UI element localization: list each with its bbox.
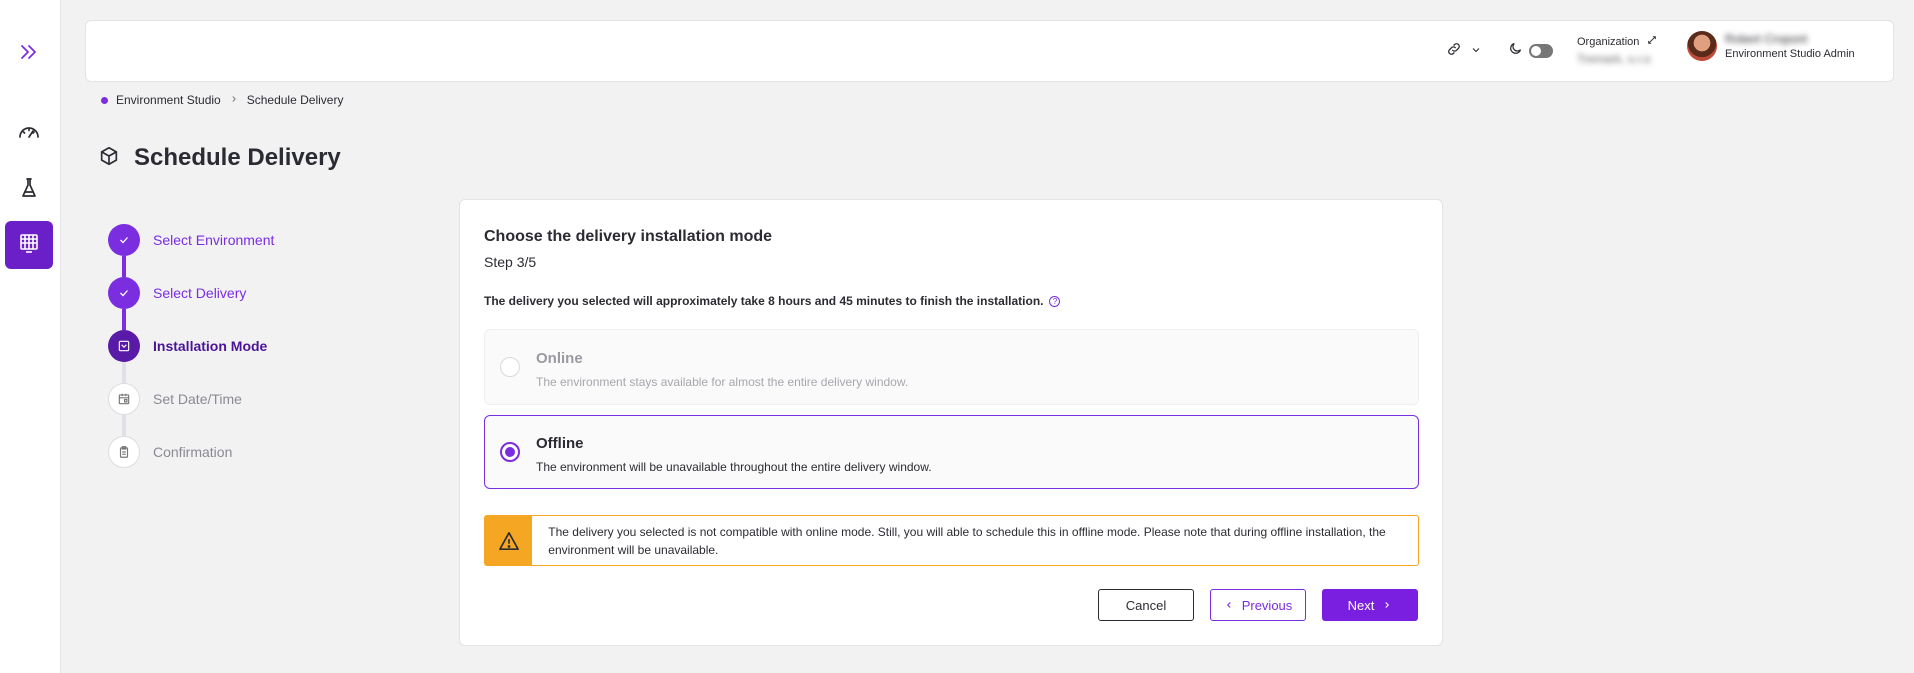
calendar-icon xyxy=(108,383,140,415)
top-header: Organization Tremark, s.r.o Robert Cropo… xyxy=(85,20,1894,82)
chevron-right-icon xyxy=(1382,598,1392,613)
step-connector xyxy=(122,309,126,330)
theme-toggle[interactable] xyxy=(1508,41,1553,61)
option-description: The environment will be unavailable thro… xyxy=(536,460,932,474)
organization-label: Organization xyxy=(1577,35,1640,48)
checkmark-icon xyxy=(108,224,140,256)
option-online: Online The environment stays available f… xyxy=(484,329,1419,405)
next-button[interactable]: Next xyxy=(1322,589,1418,621)
page-header: Schedule Delivery xyxy=(98,144,341,172)
step-connector xyxy=(122,362,126,383)
option-offline[interactable]: Offline The environment will be unavaila… xyxy=(484,415,1419,489)
cube-icon xyxy=(98,145,120,172)
user-name: Robert Cropont xyxy=(1725,32,1808,46)
option-title: Offline xyxy=(536,435,584,452)
side-rail xyxy=(0,0,61,673)
warning-text: The delivery you selected is not compati… xyxy=(548,525,1386,557)
step-select-environment[interactable]: Select Environment xyxy=(108,224,274,256)
chevron-left-icon xyxy=(1224,598,1234,613)
step-set-date-time[interactable]: Set Date/Time xyxy=(108,383,242,415)
previous-label: Previous xyxy=(1241,597,1293,613)
calendar-grid-icon xyxy=(17,231,41,260)
step-label: Installation Mode xyxy=(153,338,268,354)
chevron-right-icon xyxy=(229,93,239,107)
help-icon[interactable]: ? xyxy=(1049,295,1061,307)
online-radio xyxy=(500,357,520,377)
user-role: Environment Studio Admin xyxy=(1725,48,1855,60)
step-confirmation[interactable]: Confirmation xyxy=(108,436,232,468)
previous-button[interactable]: Previous xyxy=(1210,589,1306,621)
dashboard-gauge-icon xyxy=(17,120,41,149)
step-connector xyxy=(122,415,126,436)
share-link-dropdown[interactable] xyxy=(1446,41,1482,62)
installation-mode-card: Choose the delivery installation mode St… xyxy=(459,199,1443,646)
moon-icon xyxy=(1508,41,1523,61)
nav-lab-button[interactable] xyxy=(5,166,53,214)
clipboard-icon xyxy=(108,436,140,468)
expand-icon[interactable] xyxy=(17,40,41,64)
step-label: Select Delivery xyxy=(153,285,247,301)
step-indicator: Step 3/5 xyxy=(484,254,537,270)
offline-radio[interactable] xyxy=(500,442,520,462)
cancel-button[interactable]: Cancel xyxy=(1098,589,1194,621)
step-installation-mode[interactable]: Installation Mode xyxy=(108,330,267,362)
duration-note-text: The delivery you selected will approxima… xyxy=(484,294,1044,308)
option-title: Online xyxy=(536,350,583,367)
breadcrumb: Environment Studio Schedule Delivery xyxy=(101,93,343,107)
theme-switch[interactable] xyxy=(1529,44,1553,58)
swap-icon[interactable] xyxy=(1647,35,1657,48)
flask-icon xyxy=(17,176,41,205)
warning-triangle-icon xyxy=(485,516,533,565)
avatar[interactable] xyxy=(1687,31,1717,61)
cancel-label: Cancel xyxy=(1125,597,1167,613)
step-connector xyxy=(122,256,126,277)
next-label: Next xyxy=(1347,597,1375,613)
organization-value: Tremark, s.r.o xyxy=(1577,52,1651,66)
chevron-down-icon xyxy=(1470,43,1482,61)
installation-icon xyxy=(108,330,140,362)
step-label: Set Date/Time xyxy=(153,391,242,407)
option-description: The environment stays available for almo… xyxy=(536,375,909,389)
breadcrumb-dot xyxy=(101,96,108,104)
nav-studio-button[interactable] xyxy=(5,221,53,269)
step-select-delivery[interactable]: Select Delivery xyxy=(108,277,246,309)
checkmark-icon xyxy=(108,277,140,309)
organization-switcher[interactable]: Organization Tremark, s.r.o xyxy=(1577,35,1657,66)
page-title: Schedule Delivery xyxy=(134,144,341,171)
link-icon xyxy=(1446,41,1462,62)
step-label: Confirmation xyxy=(153,444,233,460)
step-label: Select Environment xyxy=(153,232,275,248)
breadcrumb-item-schedule-delivery: Schedule Delivery xyxy=(246,93,344,107)
user-menu[interactable]: Robert Cropont Environment Studio Admin xyxy=(1687,31,1855,61)
compatibility-warning: The delivery you selected is not compati… xyxy=(484,515,1419,566)
duration-note: The delivery you selected will approxima… xyxy=(484,294,1061,308)
breadcrumb-item-environment-studio[interactable]: Environment Studio xyxy=(116,93,221,107)
nav-dashboard-button[interactable] xyxy=(5,110,53,158)
card-heading: Choose the delivery installation mode xyxy=(484,228,773,245)
